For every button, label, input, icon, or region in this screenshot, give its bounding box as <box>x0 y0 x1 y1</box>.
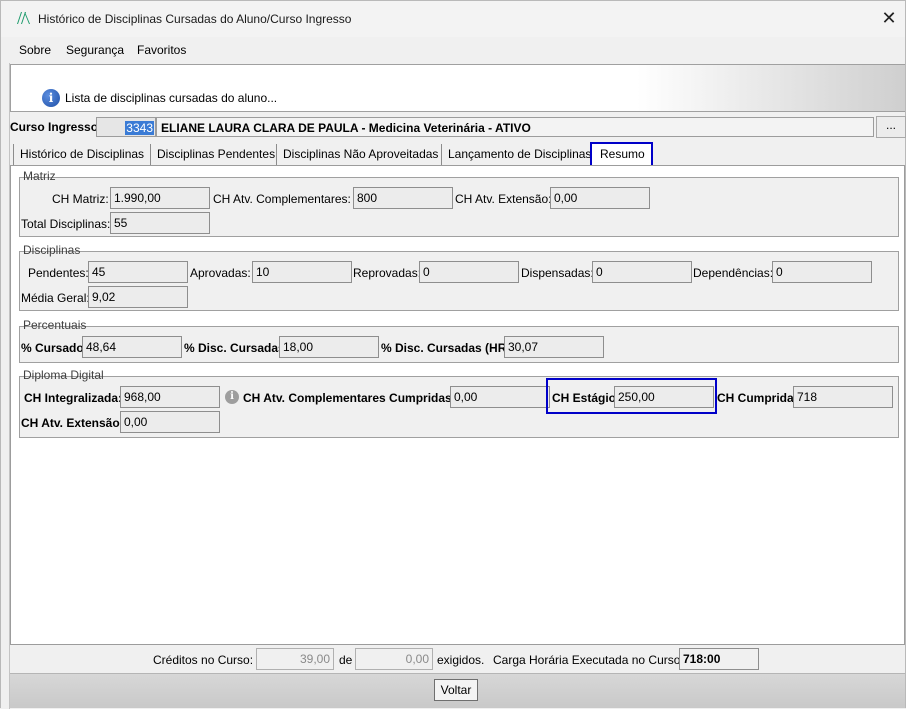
ch-matriz-field[interactable]: 1.990,00 <box>110 187 210 209</box>
de-label: de <box>339 653 353 667</box>
ch-atv-comp-label: CH Atv. Complementares: <box>213 192 351 206</box>
title-bar: Histórico de Disciplinas Cursadas do Alu… <box>1 1 905 37</box>
info-small-icon[interactable]: i <box>225 390 239 404</box>
info-banner: i Lista de disciplinas cursadas do aluno… <box>10 64 905 112</box>
reprovadas-label: Reprovadas: <box>353 266 422 280</box>
media-geral-label: Média Geral: <box>21 291 90 305</box>
ch-atv-ext-label: CH Atv. Extensão: <box>455 192 552 206</box>
course-name-field: ELIANE LAURA CLARA DE PAULA - Medicina V… <box>156 117 874 137</box>
close-icon[interactable]: ✕ <box>877 7 901 31</box>
ch-estagio-label: CH Estágio: <box>552 391 621 405</box>
total-disciplinas-field[interactable]: 55 <box>110 212 210 234</box>
group-matriz: Matriz CH Matriz: 1.990,00 CH Atv. Compl… <box>19 169 899 237</box>
ch-atv-comp-cumpridas-field[interactable]: 0,00 <box>450 386 550 408</box>
ch-cumprida-field[interactable]: 718 <box>793 386 893 408</box>
group-matriz-title: Matriz <box>23 169 56 183</box>
course-code-field[interactable]: 3343 <box>96 117 156 137</box>
cursado-field[interactable]: 48,64 <box>82 336 182 358</box>
exigidos-field[interactable]: 0,00 <box>355 648 433 670</box>
dependencias-label: Dependências: <box>693 266 774 280</box>
menu-bar: Sobre Segurança Favoritos <box>1 37 905 63</box>
menu-favoritos[interactable]: Favoritos <box>137 43 186 57</box>
banner-text: Lista de disciplinas cursadas do aluno..… <box>65 91 278 105</box>
ch-estagio-field[interactable]: 250,00 <box>614 386 714 408</box>
dispensadas-field[interactable]: 0 <box>592 261 692 283</box>
diploma-ch-atv-ext-field[interactable]: 0,00 <box>120 411 220 433</box>
group-percentuais: Percentuais % Cursado: 48,64 % Disc. Cur… <box>19 318 899 363</box>
group-diploma-digital: Diploma Digital CH Integralizada: 968,00… <box>19 368 899 438</box>
tab-lancamento[interactable]: Lançamento de Disciplinas <box>441 144 596 165</box>
disc-cursadas-hr-field[interactable]: 30,07 <box>504 336 604 358</box>
aprovadas-field[interactable]: 10 <box>252 261 352 283</box>
aprovadas-label: Aprovadas: <box>190 266 251 280</box>
course-label: Curso Ingresso: <box>10 120 103 134</box>
disc-cursadas-hr-label: % Disc. Cursadas (HR): <box>381 341 515 355</box>
footer-row: Créditos no Curso: 39,00 de 0,00 exigido… <box>10 647 905 673</box>
pendentes-label: Pendentes: <box>28 266 89 280</box>
creditos-field[interactable]: 39,00 <box>256 648 334 670</box>
ch-atv-comp-field[interactable]: 800 <box>353 187 453 209</box>
voltar-button[interactable]: Voltar <box>434 679 478 701</box>
disc-cursadas-label: % Disc. Cursadas: <box>184 341 289 355</box>
ch-cumprida-label: CH Cumprida: <box>717 391 798 405</box>
pendentes-field[interactable]: 45 <box>88 261 188 283</box>
exigidos-label: exigidos. <box>437 653 485 667</box>
menu-seguranca[interactable]: Segurança <box>66 43 124 57</box>
bottom-bar: Voltar <box>10 673 905 708</box>
group-percentuais-title: Percentuais <box>23 318 87 332</box>
tab-strip: Histórico de Disciplinas Disciplinas Pen… <box>10 142 905 166</box>
dispensadas-label: Dispensadas: <box>521 266 594 280</box>
main-window: Histórico de Disciplinas Cursadas do Alu… <box>0 0 906 709</box>
ch-atv-comp-cumpridas-label: CH Atv. Complementares Cumpridas: <box>243 391 456 405</box>
disc-cursadas-field[interactable]: 18,00 <box>279 336 379 358</box>
tab-resumo[interactable]: Resumo <box>590 142 653 166</box>
dependencias-field[interactable]: 0 <box>772 261 872 283</box>
total-disciplinas-label: Total Disciplinas: <box>21 217 111 231</box>
course-row: Curso Ingresso: 3343 ELIANE LAURA CLARA … <box>10 116 906 138</box>
cursado-label: % Cursado: <box>21 341 88 355</box>
diploma-ch-atv-ext-label: CH Atv. Extensão: <box>21 416 124 430</box>
media-geral-field[interactable]: 9,02 <box>88 286 188 308</box>
ch-atv-ext-field[interactable]: 0,00 <box>550 187 650 209</box>
carga-horaria-field[interactable]: 718:00 <box>679 648 759 670</box>
menu-sobre[interactable]: Sobre <box>19 43 51 57</box>
reprovadas-field[interactable]: 0 <box>419 261 519 283</box>
course-code-value: 3343 <box>125 121 154 135</box>
carga-horaria-label: Carga Horária Executada no Curso: <box>493 653 684 667</box>
info-icon: i <box>42 89 60 107</box>
resumo-panel: Matriz CH Matriz: 1.990,00 CH Atv. Compl… <box>10 165 905 645</box>
ch-integralizada-label: CH Integralizada: <box>24 391 123 405</box>
course-lookup-button[interactable]: ... <box>876 116 906 138</box>
tab-historico[interactable]: Histórico de Disciplinas <box>13 144 149 165</box>
tab-nao-aproveitadas[interactable]: Disciplinas Não Aproveitadas <box>276 144 443 165</box>
ch-matriz-label: CH Matriz: <box>52 192 109 206</box>
group-disciplinas-title: Disciplinas <box>23 243 81 257</box>
group-diploma-title: Diploma Digital <box>23 368 104 382</box>
group-disciplinas: Disciplinas Pendentes: 45 Aprovadas: 10 … <box>19 243 899 311</box>
ch-integralizada-field[interactable]: 968,00 <box>120 386 220 408</box>
window-title: Histórico de Disciplinas Cursadas do Alu… <box>38 12 352 26</box>
app-logo-icon <box>17 12 30 24</box>
tab-pendentes[interactable]: Disciplinas Pendentes <box>150 144 280 165</box>
left-edge <box>1 63 10 709</box>
creditos-label: Créditos no Curso: <box>153 653 254 667</box>
